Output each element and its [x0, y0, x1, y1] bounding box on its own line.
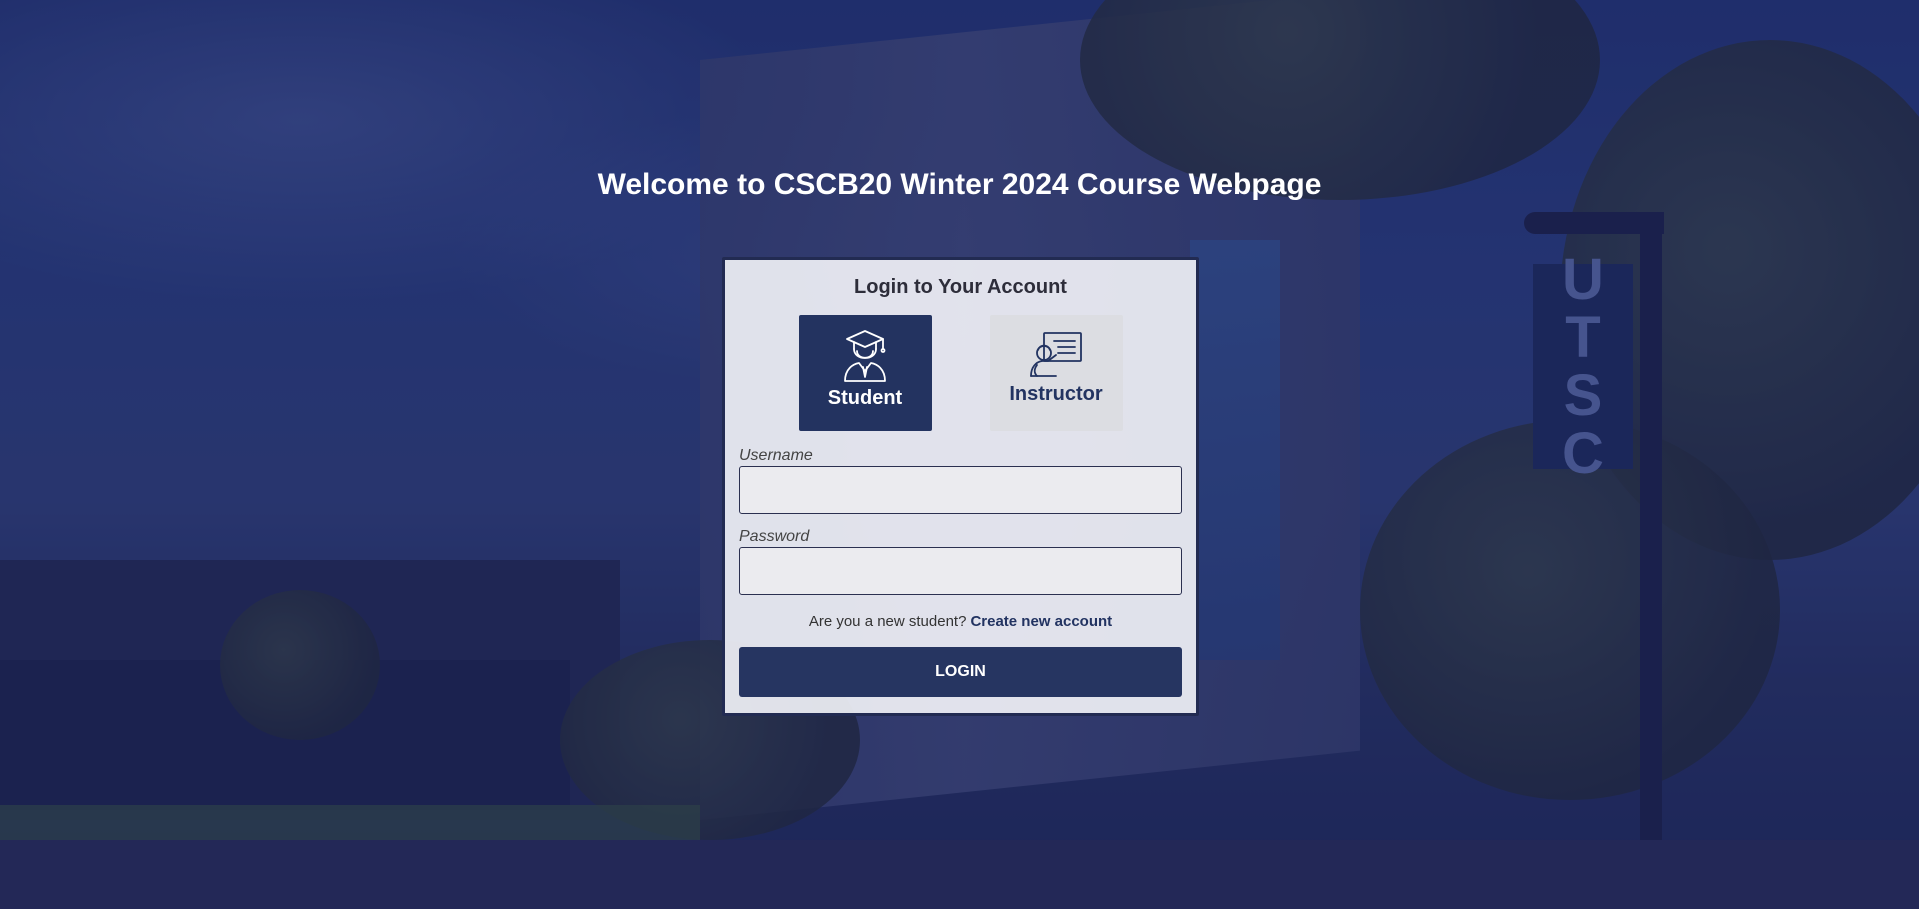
signup-row: Are you a new student? Create new account [739, 613, 1182, 630]
role-instructor-button[interactable]: Instructor [989, 315, 1123, 431]
login-heading: Login to Your Account [854, 276, 1067, 298]
role-student-label: Student [827, 387, 903, 409]
role-instructor-label: Instructor [1009, 383, 1103, 405]
username-input[interactable] [739, 466, 1182, 514]
signup-prompt: Are you a new student? [808, 613, 967, 630]
teacher-board-icon [1030, 332, 1082, 377]
password-input[interactable] [739, 547, 1182, 595]
login-card: Login to Your Account Student Instructor… [722, 257, 1199, 716]
create-account-link[interactable]: Create new account [970, 613, 1112, 630]
role-student-button[interactable]: Student [798, 315, 932, 431]
login-button[interactable]: LOGIN [739, 647, 1182, 697]
password-label: Password [739, 528, 810, 545]
page-title: Welcome to CSCB20 Winter 2024 Course Web… [597, 168, 1322, 201]
graduate-icon [844, 330, 886, 382]
role-selector: Student Instructor [739, 315, 1182, 431]
username-label: Username [739, 447, 813, 464]
